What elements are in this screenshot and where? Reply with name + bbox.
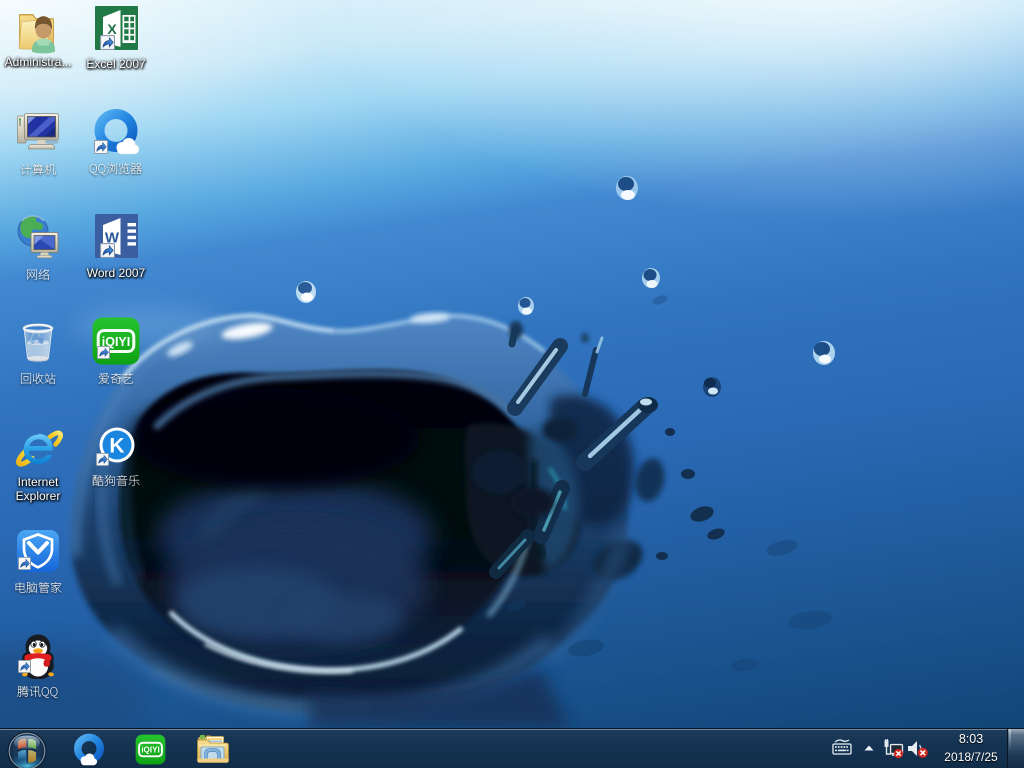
svg-text:K: K [109,435,124,458]
svg-text:iQIYI: iQIYI [141,746,159,755]
svg-text:X: X [107,21,117,37]
